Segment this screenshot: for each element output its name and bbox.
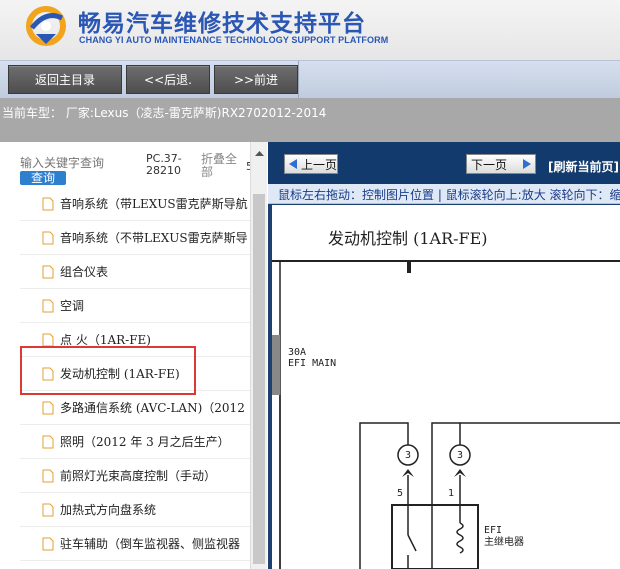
tree-item[interactable]: 照明（2012 年 3 月之后生产） — [20, 425, 250, 459]
relay-label-2: 主继电器 — [484, 537, 524, 548]
pin-left-label: 5 — [397, 488, 404, 499]
next-page-button[interactable]: 下一页 — [466, 154, 536, 174]
tree-item-label: 音响系统（不带LEXUS雷克萨斯导 — [60, 231, 248, 245]
document-icon — [42, 333, 54, 346]
tree-item[interactable]: 组合仪表 — [20, 255, 250, 289]
document-icon — [42, 537, 54, 550]
fuse-amp-label: 30A — [288, 347, 307, 358]
document-icon — [42, 469, 54, 482]
document-icon — [42, 503, 54, 516]
search-button[interactable]: 查询 — [20, 171, 66, 185]
prev-page-button[interactable]: 上一页 — [284, 154, 338, 174]
forward-button[interactable]: >>前进 — [214, 65, 298, 94]
scroll-thumb[interactable] — [253, 194, 265, 564]
tree-item[interactable]: 音响系统（不带LEXUS雷克萨斯导 — [20, 221, 250, 255]
document-icon — [42, 299, 54, 312]
document-icon — [42, 231, 54, 244]
selection-highlight-box — [20, 346, 196, 395]
prev-page-label: 上一页 — [301, 157, 338, 172]
tree-item[interactable]: 前照灯光束高度控制（手动） — [20, 459, 250, 493]
pc-code-label: PC.37-28210 — [146, 152, 182, 177]
tree-item-label: 空调 — [60, 299, 85, 313]
tree-item-label: 加热式方向盘系统 — [60, 503, 157, 517]
connector-b-label: 3 — [457, 450, 464, 461]
scroll-up-arrow-icon[interactable] — [251, 148, 268, 158]
app-header: 畅易汽车维修技术支持平台 CHANG YI AUTO MAINTENANCE T… — [0, 0, 620, 60]
tree-item-label: 驻车辅助（倒车监视器、侧监视器 — [60, 537, 241, 551]
viewer-hint-text: 鼠标左右拖动：控制图片位置 | 鼠标滚轮向上:放大 滚轮向下：缩小 — [278, 188, 620, 202]
document-icon — [42, 401, 54, 414]
document-icon — [42, 435, 54, 448]
viewer-toolbar: 上一页 下一页 [刷新当前页] — [268, 142, 620, 184]
connector-a-label: 3 — [405, 450, 412, 461]
fuse-name-label: EFI MAIN — [288, 358, 337, 369]
cy-logo-icon — [26, 6, 66, 46]
wiring-diagram-drawing — [272, 260, 620, 569]
tree-item-label: 照明（2012 年 3 月之后生产） — [60, 435, 230, 449]
tree-item-label: 前照灯光束高度控制（手动） — [60, 469, 217, 483]
pin-right-label: 1 — [448, 488, 455, 499]
tree-item[interactable]: 空调 — [20, 289, 250, 323]
tree-item-label: 多路通信系统 (AVC-LAN)（2012 — [60, 401, 245, 415]
tree-item[interactable]: 音响系统（带LEXUS雷克萨斯导航 — [20, 187, 250, 221]
catalog-scrollbar[interactable] — [250, 142, 267, 569]
next-arrow-icon — [523, 159, 531, 169]
tree-item-label: 音响系统（带LEXUS雷克萨斯导航 — [60, 197, 248, 211]
back-button[interactable]: <<后退. — [126, 65, 210, 94]
prev-arrow-icon — [289, 159, 297, 169]
document-icon — [42, 265, 54, 278]
collapse-all-link[interactable]: 折叠全部 — [201, 153, 243, 179]
current-model-bar: 当前车型： 厂家:Lexus（凌志-雷克萨斯)RX2702012-2014 — [0, 98, 620, 142]
next-page-label: 下一页 — [471, 157, 508, 172]
brand-subtitle: CHANG YI AUTO MAINTENANCE TECHNOLOGY SUP… — [79, 35, 389, 45]
diagram-viewer: 上一页 下一页 [刷新当前页] 鼠标左右拖动：控制图片位置 | 鼠标滚轮向上:放… — [268, 142, 620, 569]
tree-item-label: 组合仪表 — [60, 265, 109, 279]
wiring-diagram[interactable]: 发动机控制 (1AR-FE) 30A EFI MAIN 3 3 5 1 EFI … — [272, 205, 620, 569]
nav-toolbar: 返回主目录 <<后退. >>前进 — [0, 60, 620, 99]
document-icon — [42, 197, 54, 210]
tree-item[interactable]: 多路通信系统 (AVC-LAN)（2012 — [20, 391, 250, 425]
catalog-panel: 查询 PC.37-28210 折叠全部 5 音响系统（带LEXUS雷克萨斯导航 … — [0, 142, 268, 569]
refresh-page-link[interactable]: [刷新当前页] — [548, 158, 619, 175]
relay-label-1: EFI — [484, 525, 503, 536]
keyword-search-input[interactable] — [20, 154, 138, 172]
brand-title: 畅易汽车维修技术支持平台 — [78, 11, 366, 37]
current-model-text: 当前车型： 厂家:Lexus（凌志-雷克萨斯)RX2702012-2014 — [2, 106, 327, 120]
tree-item[interactable]: 加热式方向盘系统 — [20, 493, 250, 527]
nav-divider — [298, 61, 299, 99]
viewer-hint-bar: 鼠标左右拖动：控制图片位置 | 鼠标滚轮向上:放大 滚轮向下：缩小 — [268, 184, 620, 204]
home-directory-button[interactable]: 返回主目录 — [8, 65, 122, 94]
tree-item[interactable]: 驻车辅助（倒车监视器、侧监视器 — [20, 527, 250, 561]
